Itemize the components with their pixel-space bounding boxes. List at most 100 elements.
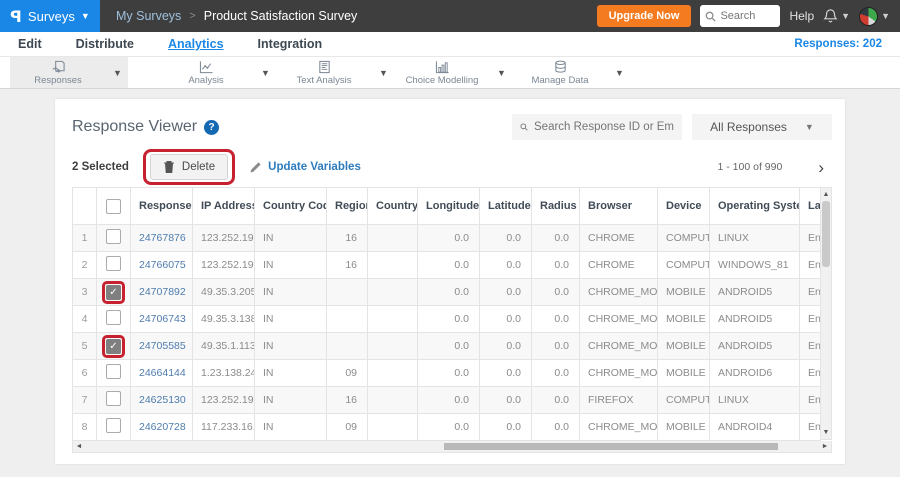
ribbon-analysis[interactable]: Analysis ▼ — [158, 57, 276, 88]
row-checkbox[interactable] — [106, 229, 121, 244]
row-checkbox[interactable] — [106, 391, 121, 406]
breadcrumb-separator: > — [189, 10, 196, 22]
chevron-down-icon: ▼ — [841, 10, 851, 21]
header-latitude[interactable]: Latitude — [479, 187, 532, 225]
account-menu[interactable]: ▼ — [859, 6, 890, 26]
table-row: 224766075123.252.193.148IN160.00.00.0CHR… — [72, 251, 821, 279]
cell-browser: CHROME_MOBILE — [579, 305, 658, 333]
header-region[interactable]: Region — [326, 187, 368, 225]
ribbon-analysis-label: Analysis — [188, 74, 224, 86]
table-body: 124767876123.252.193.148IN160.00.00.0CHR… — [72, 224, 821, 441]
response-filter-dropdown[interactable]: All Responses ▼ — [692, 114, 832, 140]
vertical-scrollbar[interactable]: ▲ ▼ — [821, 187, 832, 440]
cell-response_id[interactable]: 24664144 — [130, 359, 193, 387]
ribbon-choice-modelling[interactable]: Choice Modelling ▼ — [394, 57, 512, 88]
scroll-down-icon[interactable]: ▼ — [821, 426, 831, 439]
cell-radius: 0.0 — [531, 386, 580, 414]
header-country[interactable]: Country — [367, 187, 418, 225]
cell-response_id[interactable]: 24767876 — [130, 224, 193, 252]
response-viewer-panel: Response Viewer ? All Responses ▼ 2 Sele… — [55, 99, 845, 464]
row-checkbox[interactable] — [106, 364, 121, 379]
row-number: 8 — [72, 413, 97, 441]
update-variables-button[interactable]: Update Variables — [249, 161, 361, 174]
help-link[interactable]: Help — [789, 9, 814, 23]
cell-response_id[interactable]: 24705585 — [130, 332, 193, 360]
cell-response_id[interactable]: 24707892 — [130, 278, 193, 306]
ribbon-responses[interactable]: Responses ▼ — [10, 57, 128, 88]
ribbon-choice-modelling-label: Choice Modelling — [405, 74, 479, 86]
next-page-icon[interactable]: › — [818, 159, 824, 176]
row-checkbox[interactable] — [106, 310, 121, 325]
header-radius[interactable]: Radius — [531, 187, 580, 225]
chevron-down-icon[interactable]: ▼ — [106, 57, 128, 88]
row-checkbox[interactable] — [106, 256, 121, 271]
cell-latitude: 0.0 — [479, 278, 532, 306]
cell-response_id[interactable]: 24625130 — [130, 386, 193, 414]
cell-region: 16 — [326, 386, 368, 414]
trash-icon — [163, 161, 174, 173]
chevron-down-icon[interactable]: ▼ — [608, 57, 630, 88]
response-search[interactable] — [512, 114, 682, 140]
cell-country — [367, 359, 418, 387]
scroll-up-icon[interactable]: ▲ — [821, 188, 831, 201]
header-ip-address[interactable]: IP Address — [192, 187, 255, 225]
ribbon-responses-label: Responses — [34, 74, 82, 86]
table-row: 6 24664144 1.23.138.24 IN 09 0.0 0.0 0.0 CHROME_… — [72, 359, 821, 387]
cell-ip: 123.252.193.148 — [192, 224, 255, 252]
cell-country_code: IN — [254, 278, 327, 306]
global-search-input[interactable] — [720, 10, 776, 22]
cell-ip: 123.252.193.148 — [192, 386, 255, 414]
table-row: 124767876123.252.193.148IN160.00.00.0CHR… — [72, 224, 821, 252]
bell-icon — [823, 9, 838, 23]
ribbon-text-analysis[interactable]: Text Analysis ▼ — [276, 57, 394, 88]
cell-latitude: 0.0 — [479, 305, 532, 333]
scroll-right-icon[interactable]: ► — [819, 443, 831, 450]
global-search[interactable] — [700, 5, 781, 27]
row-checkbox[interactable]: ✓ — [106, 338, 121, 354]
tab-edit[interactable]: Edit — [18, 37, 42, 51]
cell-response_id[interactable]: 24706743 — [130, 305, 193, 333]
surveys-menu-label: Surveys — [27, 8, 75, 24]
notifications-menu[interactable]: ▼ — [823, 8, 850, 24]
chevron-down-icon[interactable]: ▼ — [254, 57, 276, 88]
horizontal-scrollbar[interactable]: ◄ ► — [72, 441, 832, 453]
row-checkbox[interactable]: ✓ — [106, 284, 121, 300]
cell-os: ANDROID5 — [709, 332, 800, 360]
select-all-checkbox[interactable] — [106, 198, 121, 214]
help-icon[interactable]: ? — [204, 119, 220, 135]
upgrade-now-button[interactable]: Upgrade Now — [596, 5, 692, 27]
cell-os: ANDROID6 — [709, 359, 800, 387]
ribbon-manage-data[interactable]: Manage Data ▼ — [512, 57, 630, 88]
cell-os: ANDROID4 — [709, 413, 800, 441]
response-search-input[interactable] — [534, 121, 674, 133]
tab-integration[interactable]: Integration — [258, 37, 323, 51]
header-language[interactable]: Lan — [799, 187, 821, 225]
cell-response_id[interactable]: 24766075 — [130, 251, 193, 279]
cell-ip: 49.35.3.205 — [192, 278, 255, 306]
cell-latitude: 0.0 — [479, 413, 532, 441]
header-country-code[interactable]: Country Code — [254, 187, 327, 225]
chevron-down-icon: ▼ — [804, 121, 814, 132]
tab-distribute[interactable]: Distribute — [76, 37, 134, 51]
cell-region: 09 — [326, 359, 368, 387]
header-device[interactable]: Device — [657, 187, 710, 225]
responses-count[interactable]: Responses: 202 — [794, 38, 882, 50]
scroll-left-icon[interactable]: ◄ — [73, 443, 85, 450]
vertical-scrollbar-thumb[interactable] — [822, 201, 830, 267]
tab-analytics[interactable]: Analytics — [168, 37, 224, 51]
chevron-down-icon[interactable]: ▼ — [490, 57, 512, 88]
cell-lang: Eng — [799, 278, 821, 306]
header-response-id[interactable]: Response ID▲ — [130, 187, 193, 225]
row-checkbox[interactable] — [106, 418, 121, 433]
search-icon — [520, 123, 528, 131]
delete-button[interactable]: Delete — [149, 154, 229, 180]
cell-response_id[interactable]: 24620728 — [130, 413, 193, 441]
header-browser[interactable]: Browser — [579, 187, 658, 225]
breadcrumb-my-surveys[interactable]: My Surveys — [116, 9, 181, 23]
table-row: 4 24706743 49.35.3.138 IN 0.0 0.0 0.0 CHROME_MO… — [72, 305, 821, 333]
surveys-menu[interactable]: P Surveys ▼ — [0, 0, 100, 32]
header-longitude[interactable]: Longitude — [417, 187, 480, 225]
chevron-down-icon[interactable]: ▼ — [372, 57, 394, 88]
header-operating-system[interactable]: Operating System — [709, 187, 800, 225]
horizontal-scrollbar-thumb[interactable] — [444, 443, 778, 450]
